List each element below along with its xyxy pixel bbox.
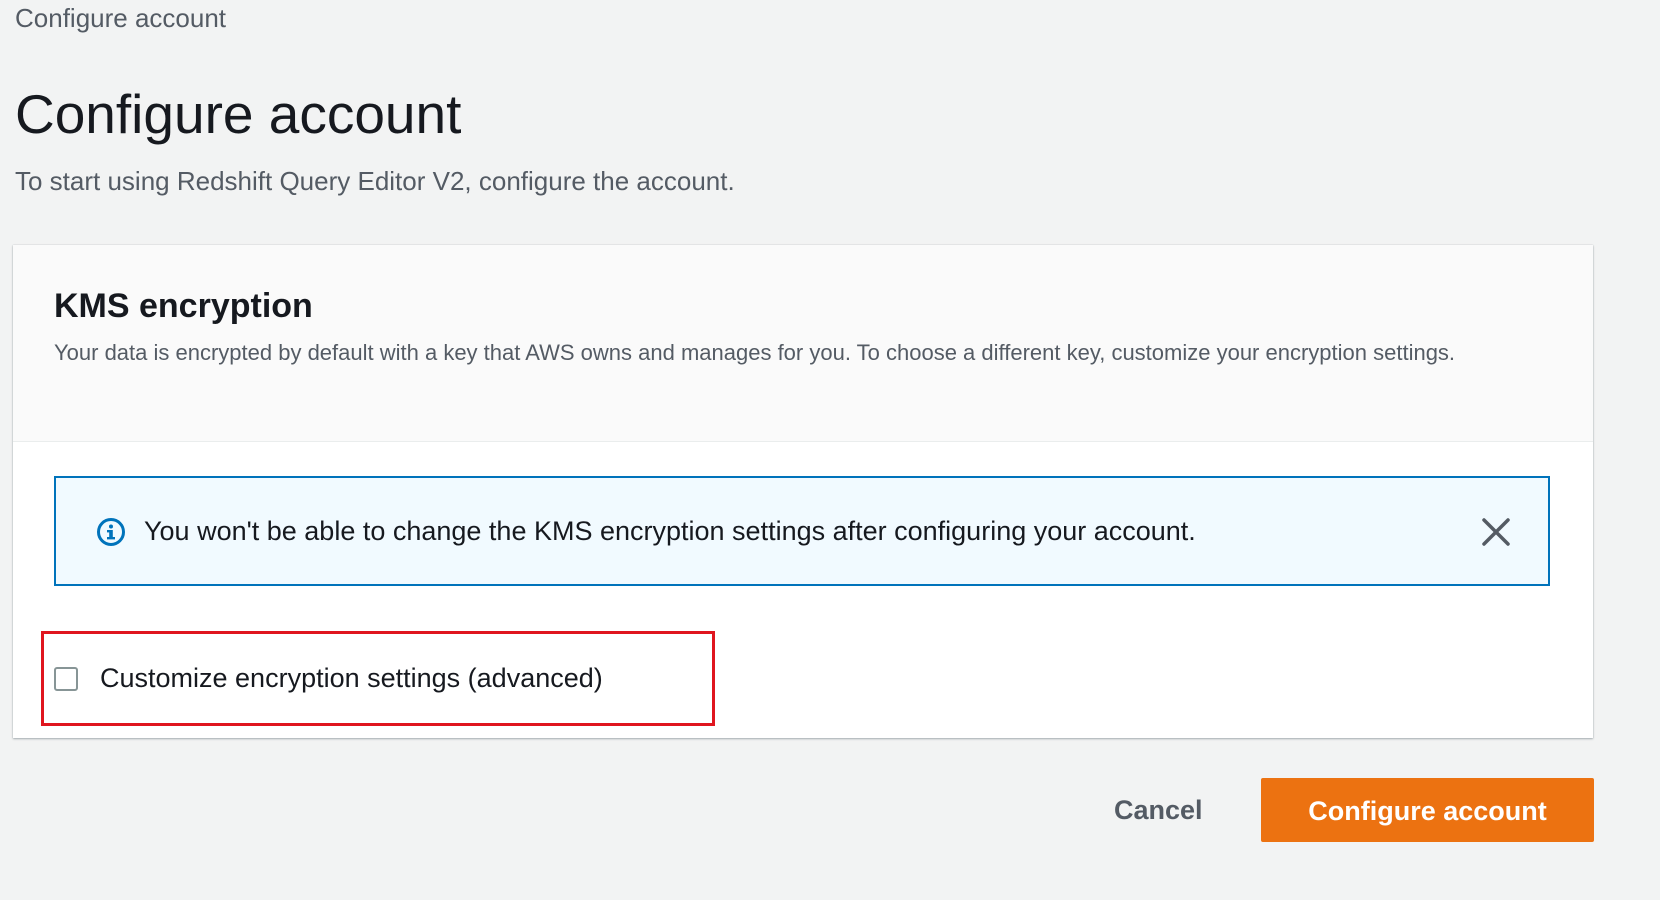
cancel-button[interactable]: Cancel (1098, 778, 1219, 842)
info-icon (97, 518, 125, 546)
page-subtitle: To start using Redshift Query Editor V2,… (15, 166, 735, 196)
alert-message: You won't be able to change the KMS encr… (144, 516, 1196, 546)
close-icon[interactable] (1479, 515, 1513, 549)
customize-encryption-checkbox[interactable] (54, 666, 78, 691)
panel-title: KMS encryption (54, 287, 313, 325)
kms-encryption-panel: KMS encryption Your data is encrypted by… (13, 245, 1593, 738)
page-title: Configure account (15, 83, 462, 145)
checkbox-label: Customize encryption settings (advanced) (100, 663, 603, 693)
breadcrumb[interactable]: Configure account (15, 3, 226, 34)
panel-header: KMS encryption Your data is encrypted by… (13, 245, 1593, 442)
panel-description: Your data is encrypted by default with a… (54, 340, 1456, 365)
configure-account-button[interactable]: Configure account (1261, 778, 1594, 842)
info-alert: You won't be able to change the KMS encr… (54, 476, 1550, 586)
customize-encryption-checkbox-row[interactable]: Customize encryption settings (advanced) (54, 663, 603, 694)
